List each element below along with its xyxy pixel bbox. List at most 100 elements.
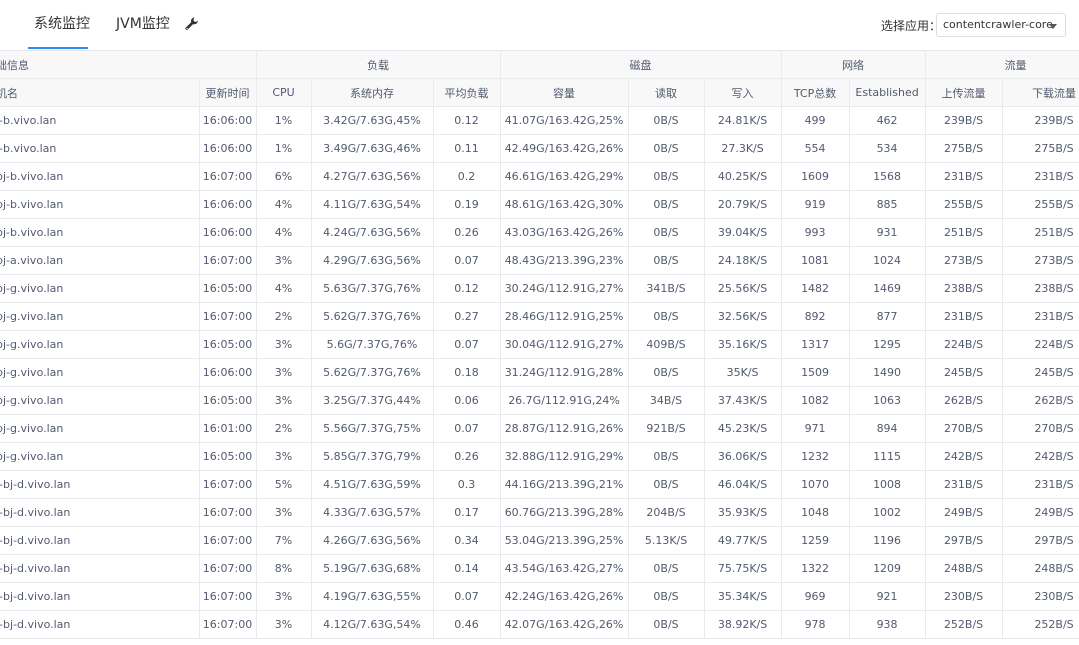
chevron-down-icon [1049,24,1057,29]
table-row[interactable]: j-b.vivo.lan 16:06:00 1% 3.42G/7.63G,45% 0.1… [0,106,1079,135]
cell-established: 938 [849,610,926,639]
cell-write: 45.23K/S [704,414,782,443]
cell-upload: 239B/S [925,106,1003,135]
column-header-upload[interactable]: 上传流量 [925,78,1003,107]
column-header-write[interactable]: 写入 [704,78,782,107]
cell-system-memory: 5.85G/7.37G,79% [311,442,434,471]
table-row[interactable]: bj-g.vivo.lan 16:05:00 3% 5.6G/7.37G,76% 0.0… [0,330,1079,359]
cell-upload: 231B/S [925,470,1003,499]
cell-write: 46.04K/S [704,470,782,499]
cell-read: 0B/S [628,358,705,387]
column-header-cpu[interactable]: CPU [256,78,312,107]
cell-upload: 270B/S [925,414,1003,443]
wrench-icon[interactable] [184,16,200,32]
cell-update-time: 16:07:00 [199,582,257,611]
cell-download: 230B/S [1002,582,1079,611]
cell-tcp-total: 1070 [781,470,850,499]
cell-update-time: 16:07:00 [199,162,257,191]
cell-upload: 275B/S [925,134,1003,163]
tab-system-monitor[interactable]: 系统监控 [34,0,90,50]
cell-established: 885 [849,190,926,219]
cell-write: 27.3K/S [704,134,782,163]
cell-update-time: 16:05:00 [199,274,257,303]
table-row[interactable]: i-bj-d.vivo.lan 16:07:00 7% 4.26G/7.63G,56%… [0,526,1079,555]
cell-upload: 242B/S [925,442,1003,471]
table-row[interactable]: bj-g.vivo.lan 16:05:00 3% 3.25G/7.37G,44% 0.… [0,386,1079,415]
table-row[interactable]: bj-b.vivo.lan 16:07:00 6% 4.27G/7.63G,56% 0.… [0,162,1079,191]
cell-hostname: bj-g.vivo.lan [0,414,200,443]
cell-established: 1196 [849,526,926,555]
column-header-system-memory[interactable]: 系统内存 [311,78,434,107]
column-header-update-time[interactable]: 更新时间 [199,78,257,107]
cell-download: 275B/S [1002,134,1079,163]
cell-cpu: 3% [256,386,312,415]
cell-read: 0B/S [628,246,705,275]
cell-capacity: 43.03G/163.42G,26% [500,218,629,247]
cell-capacity: 26.7G/112.91G,24% [500,386,629,415]
cell-system-memory: 4.19G/7.63G,55% [311,582,434,611]
cell-established: 1568 [849,162,926,191]
cell-write: 35.34K/S [704,582,782,611]
cell-download: 249B/S [1002,498,1079,527]
group-load: 负载 [256,51,501,79]
column-header-read[interactable]: 读取 [628,78,705,107]
cell-download: 242B/S [1002,442,1079,471]
column-header-hostname[interactable]: 机名 [0,78,200,107]
cell-read: 0B/S [628,218,705,247]
table-row[interactable]: bj-g.vivo.lan 16:07:00 2% 5.62G/7.37G,76% 0.… [0,302,1079,331]
app-select-dropdown[interactable]: contentcrawler-core [936,13,1066,37]
column-header-avg-load[interactable]: 平均负载 [433,78,501,107]
cell-cpu: 4% [256,190,312,219]
cell-avg-load: 0.19 [433,190,501,219]
cell-system-memory: 4.26G/7.63G,56% [311,526,434,555]
cell-capacity: 30.24G/112.91G,27% [500,274,629,303]
cell-upload: 255B/S [925,190,1003,219]
cell-download: 270B/S [1002,414,1079,443]
cell-upload: 224B/S [925,330,1003,359]
table-row[interactable]: j-b.vivo.lan 16:06:00 1% 3.49G/7.63G,46% 0.1… [0,134,1079,163]
cell-read: 0B/S [628,106,705,135]
table-row[interactable]: bj-g.vivo.lan 16:01:00 2% 5.56G/7.37G,75% 0.… [0,414,1079,443]
table-row[interactable]: i-bj-d.vivo.lan 16:07:00 3% 4.19G/7.63G,55%… [0,582,1079,611]
table-row[interactable]: bj-b.vivo.lan 16:06:00 4% 4.24G/7.63G,56% 0.… [0,218,1079,247]
cell-cpu: 3% [256,442,312,471]
cell-download: 231B/S [1002,302,1079,331]
cell-update-time: 16:07:00 [199,526,257,555]
table-row[interactable]: i-bj-d.vivo.lan 16:07:00 3% 4.33G/7.63G,57%… [0,498,1079,527]
cell-hostname: i-bj-d.vivo.lan [0,554,200,583]
cell-write: 35K/S [704,358,782,387]
column-header-tcp-total[interactable]: TCP总数 [781,78,850,107]
cell-established: 462 [849,106,926,135]
cell-read: 341B/S [628,274,705,303]
cell-avg-load: 0.3 [433,470,501,499]
column-header-established[interactable]: Established [849,78,926,107]
cell-download: 273B/S [1002,246,1079,275]
cell-tcp-total: 1081 [781,246,850,275]
table-row[interactable]: bj-b.vivo.lan 16:06:00 4% 4.11G/7.63G,54% 0.… [0,190,1079,219]
table-row[interactable]: bj-g.vivo.lan 16:06:00 3% 5.62G/7.37G,76% 0.… [0,358,1079,387]
cell-hostname: j-b.vivo.lan [0,134,200,163]
cell-hostname: bj-a.vivo.lan [0,246,200,275]
table-row[interactable]: i-bj-d.vivo.lan 16:07:00 3% 4.12G/7.63G,54%… [0,610,1079,639]
cell-tcp-total: 892 [781,302,850,331]
table-row[interactable]: bj-g.vivo.lan 16:05:00 4% 5.63G/7.37G,76% 0.… [0,274,1079,303]
cell-system-memory: 5.62G/7.37G,76% [311,302,434,331]
cell-download: 245B/S [1002,358,1079,387]
cell-download: 224B/S [1002,330,1079,359]
cell-capacity: 60.76G/213.39G,28% [500,498,629,527]
column-header-download[interactable]: 下载流量 [1002,78,1079,107]
table-row[interactable]: bj-g.vivo.lan 16:05:00 3% 5.85G/7.37G,79% 0.… [0,442,1079,471]
tab-jvm-monitor[interactable]: JVM监控 [116,0,170,50]
cell-system-memory: 4.27G/7.63G,56% [311,162,434,191]
table-row[interactable]: i-bj-d.vivo.lan 16:07:00 5% 4.51G/7.63G,59%… [0,470,1079,499]
cell-write: 35.93K/S [704,498,782,527]
table-row[interactable]: i-bj-d.vivo.lan 16:07:00 8% 5.19G/7.63G,68%… [0,554,1079,583]
table-row[interactable]: bj-a.vivo.lan 16:07:00 3% 4.29G/7.63G,56% 0.… [0,246,1079,275]
cell-established: 1209 [849,554,926,583]
column-header-capacity[interactable]: 容量 [500,78,629,107]
cell-hostname: bj-b.vivo.lan [0,218,200,247]
cell-capacity: 46.61G/163.42G,29% [500,162,629,191]
cell-cpu: 5% [256,470,312,499]
cell-write: 36.06K/S [704,442,782,471]
cell-established: 931 [849,218,926,247]
